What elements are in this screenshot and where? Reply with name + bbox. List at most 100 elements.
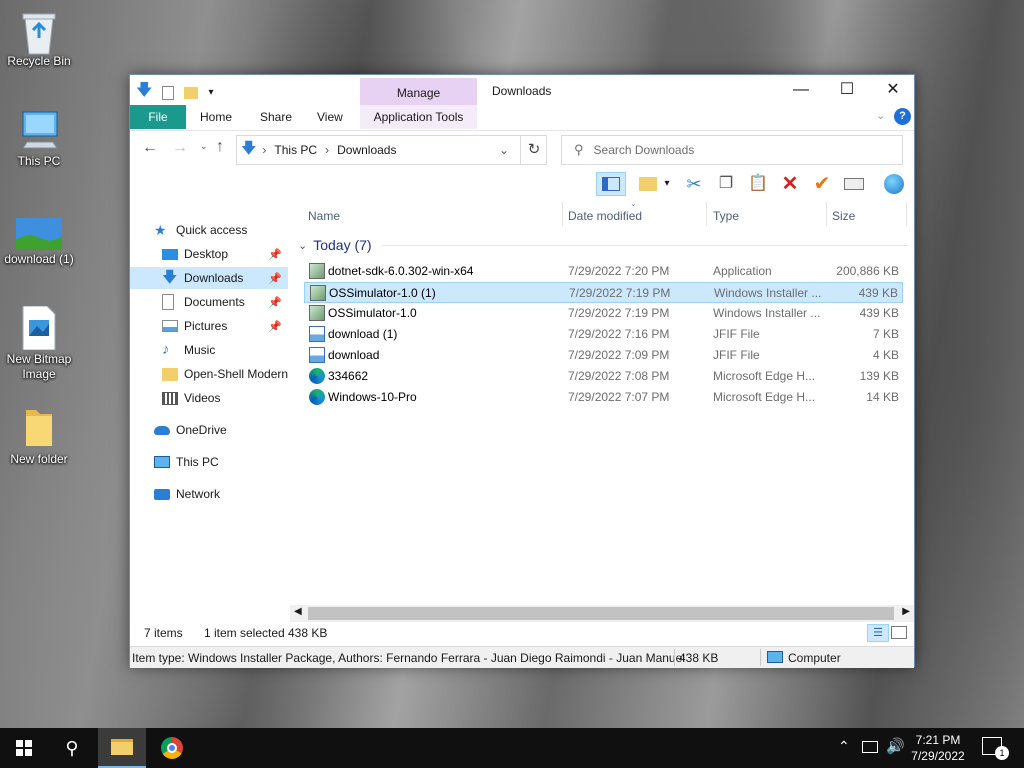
installer-icon: [309, 263, 325, 279]
notification-count-badge: 1: [995, 746, 1009, 760]
up-button[interactable]: ↑: [216, 138, 224, 156]
search-box[interactable]: ⚲ Search Downloads: [561, 135, 903, 165]
file-row-selected[interactable]: OSSimulator-1.0 (1) 7/29/2022 7:19 PM Wi…: [304, 282, 903, 303]
show-hidden-icons-button[interactable]: ⌃: [838, 738, 850, 755]
nav-item-onedrive[interactable]: OneDrive: [130, 419, 288, 441]
file-row[interactable]: Windows-10-Pro 7/29/2022 7:07 PM Microso…: [304, 387, 903, 408]
scrollbar-thumb[interactable]: [308, 607, 894, 620]
desktop-icon-download-image[interactable]: download (1): [1, 218, 77, 267]
nav-label: Pictures: [184, 319, 228, 333]
scroll-right-icon[interactable]: ▶: [902, 606, 910, 617]
pictures-icon: [162, 320, 178, 332]
nav-item-desktop[interactable]: Desktop 📌: [130, 243, 288, 265]
forward-button[interactable]: →: [172, 139, 188, 157]
column-header-name[interactable]: Name: [308, 209, 340, 223]
music-note-icon: ♪: [162, 341, 170, 358]
network-status-icon[interactable]: [862, 741, 878, 753]
download-arrow-icon[interactable]: 🡇: [136, 79, 152, 106]
help-icon[interactable]: ?: [894, 108, 911, 125]
back-button[interactable]: ←: [142, 139, 158, 157]
close-button[interactable]: ✕: [870, 75, 916, 105]
taskbar-file-explorer[interactable]: [98, 728, 146, 768]
copy-icon[interactable]: ❐: [714, 172, 738, 196]
horizontal-scrollbar[interactable]: ◀ ▶: [290, 605, 914, 622]
bitmap-file-icon: [17, 305, 61, 351]
rename-checkmark-icon[interactable]: ✔: [810, 172, 834, 196]
file-row[interactable]: OSSimulator-1.0 7/29/2022 7:19 PM Window…: [304, 303, 903, 324]
address-dropdown-icon[interactable]: ⌄: [499, 143, 509, 157]
delete-icon[interactable]: ✕: [778, 172, 802, 196]
file-row[interactable]: dotnet-sdk-6.0.302-win-x64 7/29/2022 7:2…: [304, 261, 903, 282]
tab-view[interactable]: View: [317, 105, 343, 129]
scroll-left-icon[interactable]: ◀: [294, 606, 302, 617]
tab-home[interactable]: Home: [200, 105, 232, 129]
group-header-today[interactable]: ⌄ Today (7): [298, 237, 372, 253]
nav-item-music[interactable]: ♪ Music: [130, 339, 288, 361]
column-header-date[interactable]: Date modified: [568, 209, 642, 223]
column-divider[interactable]: [706, 202, 707, 226]
column-header-type[interactable]: Type: [713, 209, 739, 223]
recent-locations-button[interactable]: ⌄: [200, 141, 208, 152]
minimize-button[interactable]: —: [778, 75, 824, 105]
column-divider[interactable]: [826, 202, 827, 226]
desktop-icon-label: New Bitmap Image: [6, 352, 72, 381]
file-name: download (1): [328, 327, 398, 341]
nav-item-open-shell[interactable]: Open-Shell Modern: [130, 363, 288, 385]
folder-icon: [111, 739, 133, 755]
action-center-button[interactable]: 1: [982, 737, 1009, 760]
nav-quick-access[interactable]: ★ Quick access: [154, 219, 288, 241]
desktop-icon-recycle-bin[interactable]: Recycle Bin: [1, 8, 77, 69]
clock[interactable]: 7:21 PM 7/29/2022: [906, 732, 970, 764]
tab-application-tools[interactable]: Application Tools: [360, 105, 477, 129]
new-folder-button[interactable]: [636, 172, 660, 196]
desktop-icon-new-folder[interactable]: New folder: [1, 406, 77, 467]
customize-qat-icon[interactable]: ▾: [208, 87, 213, 98]
nav-item-documents[interactable]: Documents 📌: [130, 291, 288, 313]
globe-icon[interactable]: [882, 172, 906, 196]
details-view-button[interactable]: ☰: [867, 624, 889, 642]
search-button[interactable]: ⚲: [48, 728, 96, 768]
properties-button[interactable]: [842, 172, 866, 196]
file-size: 439 KB: [859, 306, 899, 320]
column-header-size[interactable]: Size: [832, 209, 855, 223]
nav-item-pictures[interactable]: Pictures 📌: [130, 315, 288, 337]
file-row[interactable]: 334662 7/29/2022 7:08 PM Microsoft Edge …: [304, 366, 903, 387]
nav-item-videos[interactable]: Videos: [130, 387, 288, 409]
file-type: Windows Installer ...: [713, 306, 821, 320]
search-icon: ⚲: [574, 142, 584, 157]
large-icons-view-button[interactable]: [891, 626, 907, 639]
address-bar[interactable]: 🡇 › This PC › Downloads ⌄: [236, 135, 547, 165]
clock-time: 7:21 PM: [915, 733, 961, 747]
nav-item-this-pc[interactable]: This PC: [130, 451, 288, 473]
desktop-icon-this-pc[interactable]: This PC: [1, 108, 77, 169]
start-button[interactable]: [0, 728, 48, 768]
pin-icon: 📌: [268, 296, 282, 309]
navigation-pane-toggle-button[interactable]: [596, 172, 626, 196]
status-selected: 1 item selected: [204, 626, 285, 640]
nav-label: Network: [176, 487, 221, 501]
volume-icon[interactable]: 🔊: [886, 737, 905, 755]
column-divider[interactable]: [906, 202, 907, 226]
paste-icon[interactable]: 📋: [746, 172, 770, 196]
properties-icon[interactable]: [162, 85, 175, 100]
taskbar-chrome[interactable]: [148, 728, 196, 768]
breadcrumb-downloads[interactable]: Downloads: [337, 143, 396, 157]
installer-icon: [310, 285, 326, 301]
breadcrumb-this-pc[interactable]: This PC: [274, 143, 317, 157]
nav-item-network[interactable]: Network: [130, 483, 288, 505]
nav-item-downloads[interactable]: 🡇 Downloads 📌: [130, 267, 288, 289]
desktop-icon-new-bitmap[interactable]: New Bitmap Image: [1, 305, 77, 382]
file-date: 7/29/2022 7:07 PM: [568, 390, 670, 404]
new-folder-dropdown-icon[interactable]: ▾: [660, 172, 674, 196]
contextual-tab-group-manage: Manage: [360, 78, 477, 105]
file-row[interactable]: download (1) 7/29/2022 7:16 PM JFIF File…: [304, 324, 903, 345]
new-folder-icon[interactable]: [184, 86, 199, 99]
maximize-button[interactable]: ☐: [824, 75, 870, 105]
expand-ribbon-icon[interactable]: ⌄: [876, 109, 885, 122]
tab-file[interactable]: File: [130, 105, 186, 129]
column-divider[interactable]: [562, 202, 563, 226]
tab-share[interactable]: Share: [260, 105, 292, 129]
refresh-button[interactable]: ↻: [520, 136, 547, 164]
file-row[interactable]: download 7/29/2022 7:09 PM JFIF File 4 K…: [304, 345, 903, 366]
cut-icon[interactable]: ✂: [682, 172, 706, 196]
